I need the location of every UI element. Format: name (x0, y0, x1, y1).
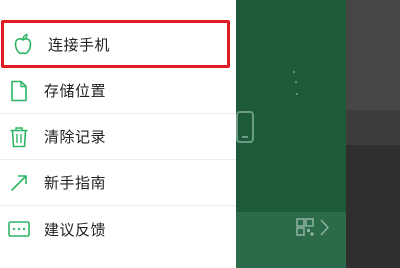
trash-icon (8, 126, 30, 148)
background-side-bottom (346, 145, 400, 268)
phone-icon (236, 111, 254, 143)
menu-item-connect-phone[interactable]: 连接手机 (1, 20, 230, 68)
menu-item-beginner-guide[interactable]: 新手指南 (0, 160, 236, 206)
menu-item-feedback[interactable]: 建议反馈 (0, 206, 236, 252)
apple-icon (12, 33, 34, 55)
qr-code-icon[interactable] (296, 218, 336, 240)
background-side-top (346, 0, 400, 110)
menu-item-storage-location[interactable]: 存储位置 (0, 68, 236, 114)
menu-item-label: 存储位置 (44, 82, 107, 100)
menu-item-label: 建议反馈 (44, 220, 107, 239)
file-icon (8, 80, 30, 102)
side-drawer-menu: 连接手机 存储位置 清除记录 新手指南 建议反馈 (0, 0, 236, 268)
menu-item-label: 清除记录 (44, 128, 107, 146)
arrow-up-right-icon (8, 172, 30, 194)
menu-item-clear-history[interactable]: 清除记录 (0, 114, 236, 160)
message-icon (8, 218, 30, 240)
menu-item-label: 新手指南 (44, 174, 107, 192)
menu-item-label: 连接手机 (48, 35, 111, 54)
connection-dots-icon (293, 71, 298, 95)
